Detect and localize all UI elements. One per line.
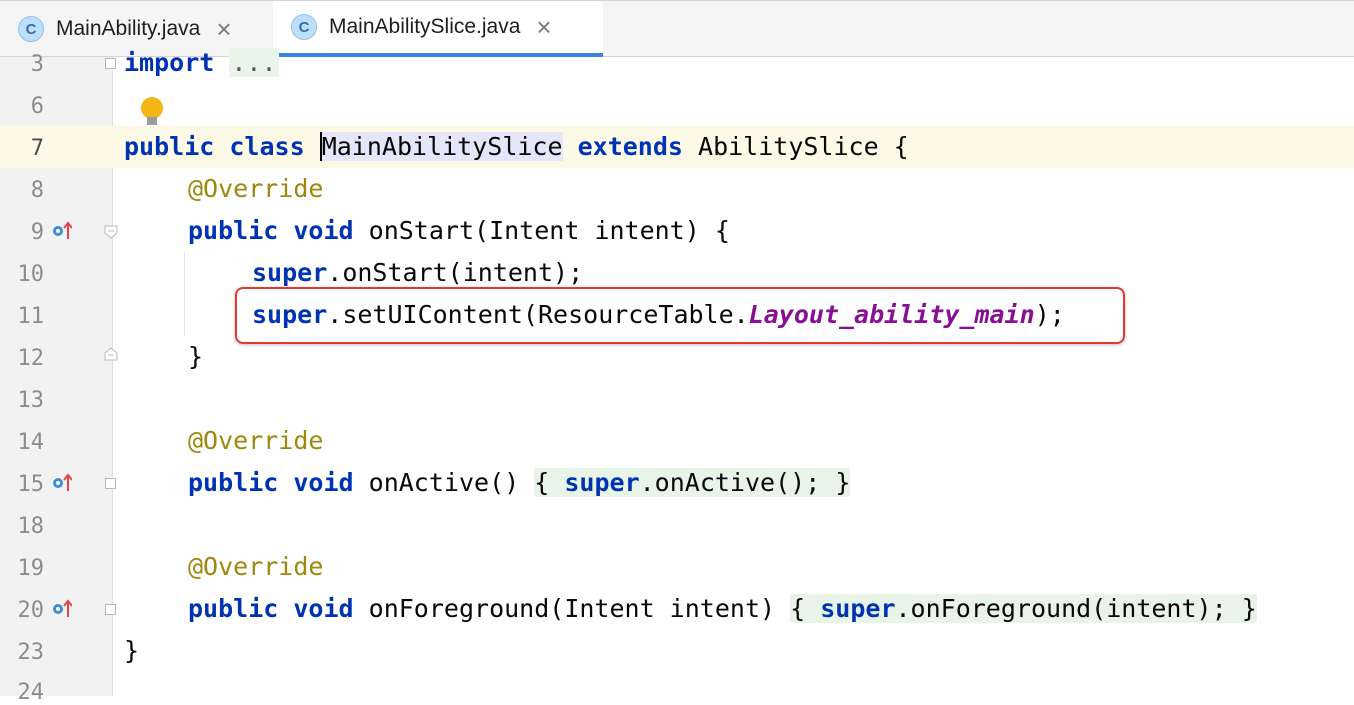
- close-icon[interactable]: ×: [536, 14, 551, 40]
- indent-guide: [184, 252, 185, 336]
- line-number: 14: [17, 430, 45, 455]
- line-number: 9: [30, 220, 44, 245]
- code-line-20[interactable]: public void onForeground(Intent intent) …: [188, 594, 1257, 623]
- line-number: 10: [17, 262, 45, 287]
- code-line-7[interactable]: public class MainAbilitySlice extends Ab…: [124, 132, 909, 161]
- keyword: public: [188, 216, 279, 245]
- folded-body-open[interactable]: { super.onActive(); }: [534, 468, 851, 497]
- keyword: void: [293, 216, 354, 245]
- keyword: public: [188, 594, 279, 623]
- override-method-icon[interactable]: [50, 598, 72, 620]
- line-number: 18: [17, 514, 45, 539]
- code-line-23[interactable]: }: [124, 636, 139, 665]
- brace: }: [1241, 594, 1257, 623]
- lightbulb-icon[interactable]: [141, 97, 163, 119]
- line-number: 8: [30, 178, 44, 203]
- highlight-box: [235, 287, 1125, 344]
- annotation[interactable]: @Override: [188, 174, 323, 203]
- line-number: 11: [17, 304, 45, 329]
- method-signature: onForeground(Intent intent): [368, 594, 776, 623]
- keyword: public: [188, 468, 279, 497]
- fold-expand-icon[interactable]: [105, 478, 116, 489]
- line-number: 19: [17, 556, 45, 581]
- fold-collapse-icon[interactable]: [103, 224, 119, 240]
- method-call: .onActive();: [639, 468, 821, 497]
- fold-end-icon[interactable]: [103, 346, 119, 362]
- code-line-9[interactable]: public void onStart(Intent intent) {: [188, 216, 730, 245]
- keyword: void: [293, 468, 354, 497]
- keyword: class: [229, 132, 305, 161]
- method-call: .onForeground(intent);: [895, 594, 1227, 623]
- method-signature: onActive(): [368, 468, 520, 497]
- method-signature: onStart(Intent intent) {: [368, 216, 730, 245]
- class-name: MainAbilitySlice: [319, 132, 563, 161]
- keyword: void: [293, 594, 354, 623]
- folded-imports[interactable]: ...: [229, 48, 279, 77]
- override-method-icon[interactable]: [50, 472, 72, 494]
- brace: {: [790, 594, 806, 623]
- tab-main-ability-slice[interactable]: C MainAbilitySlice.java ×: [273, 1, 603, 57]
- override-method-icon[interactable]: [50, 220, 72, 242]
- keyword: super: [820, 594, 896, 623]
- line-number: 23: [17, 640, 45, 665]
- line-number: 13: [17, 388, 45, 413]
- method-call: .onStart(intent);: [327, 258, 584, 287]
- keyword: super: [564, 468, 640, 497]
- annotation[interactable]: @Override: [188, 426, 323, 455]
- line-number: 6: [30, 94, 44, 119]
- brace: }: [835, 468, 851, 497]
- keyword: extends: [577, 132, 683, 161]
- close-icon[interactable]: ×: [216, 16, 231, 42]
- java-class-icon: C: [18, 16, 44, 42]
- folded-body[interactable]: { super.onForeground(intent); }: [790, 594, 1257, 623]
- line-number: 15: [17, 472, 45, 497]
- tab-label: MainAbilitySlice.java: [329, 15, 521, 38]
- lightbulb-base: [147, 117, 157, 125]
- java-class-icon: C: [291, 14, 317, 40]
- code-line-10[interactable]: super.onStart(intent);: [252, 258, 583, 287]
- superclass: AbilitySlice {: [698, 132, 909, 161]
- line-number: 7: [30, 136, 44, 161]
- line-number: 20: [17, 598, 45, 623]
- line-number: 24: [17, 680, 45, 705]
- brace: {: [534, 468, 550, 497]
- line-number: 3: [30, 52, 44, 77]
- keyword: import: [124, 48, 215, 77]
- annotation[interactable]: @Override: [188, 552, 323, 581]
- keyword: public: [124, 132, 215, 161]
- line-number: 12: [17, 346, 45, 371]
- keyword: super: [252, 258, 328, 287]
- code-line-15[interactable]: public void onActive() { super.onActive(…: [188, 468, 851, 497]
- code-line-12[interactable]: }: [188, 342, 203, 371]
- fold-expand-icon[interactable]: [105, 604, 116, 615]
- code-line-3[interactable]: import ...: [124, 48, 279, 77]
- fold-expand-icon[interactable]: [105, 58, 116, 69]
- tab-label: MainAbility.java: [56, 17, 201, 40]
